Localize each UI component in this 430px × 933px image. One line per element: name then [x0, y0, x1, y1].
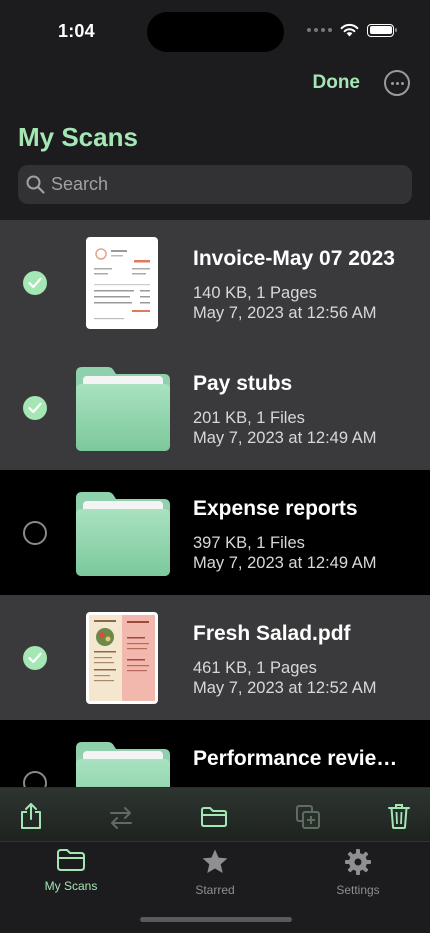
item-size: 461 KB, 1 Pages — [193, 659, 317, 677]
page-title: My Scans — [18, 122, 138, 152]
more-options-button[interactable] — [384, 70, 410, 96]
folder-icon[interactable] — [200, 806, 228, 828]
gear-icon — [345, 849, 371, 875]
trash-icon[interactable] — [388, 802, 410, 830]
item-date: May 7, 2023 at 12:49 AM — [193, 429, 377, 447]
duplicate-icon[interactable] — [295, 804, 321, 830]
list-item[interactable]: Fresh Salad.pdf 461 KB, 1 Pages May 7, 2… — [0, 595, 430, 720]
search-icon — [26, 175, 45, 194]
item-date: May 7, 2023 at 12:56 AM — [193, 304, 377, 322]
search-bar[interactable] — [18, 165, 412, 204]
scan-list: Invoice-May 07 2023 140 KB, 1 Pages May … — [0, 220, 430, 845]
tab-settings[interactable]: Settings — [303, 848, 413, 897]
transfer-icon[interactable] — [109, 806, 133, 830]
invoice-document-thumbnail — [86, 237, 158, 329]
folder-icon — [57, 849, 85, 871]
status-bar: 1:04 — [0, 0, 430, 60]
status-icons — [307, 23, 397, 37]
item-name: Pay stubs — [193, 372, 293, 395]
item-name: Invoice-May 07 2023 — [193, 247, 395, 270]
item-size: 201 KB, 1 Files — [193, 409, 305, 427]
header: Done My Scans — [0, 60, 430, 220]
list-item[interactable]: Invoice-May 07 2023 140 KB, 1 Pages May … — [0, 220, 430, 345]
item-size: 140 KB, 1 Pages — [193, 284, 317, 302]
tab-label: Starred — [195, 883, 235, 897]
item-name: Performance reviews — [193, 747, 398, 770]
item-meta: 201 KB, 1 Files May 7, 2023 at 12:49 AM — [193, 408, 376, 448]
item-size: 397 KB, 1 Files — [193, 534, 305, 552]
item-date: May 7, 2023 at 12:49 AM — [193, 554, 377, 572]
item-meta: 140 KB, 1 Pages May 7, 2023 at 12:56 AM — [193, 283, 376, 323]
list-item[interactable]: Pay stubs 201 KB, 1 Files May 7, 2023 at… — [0, 345, 430, 470]
tab-starred[interactable]: Starred — [160, 848, 270, 897]
share-icon[interactable] — [19, 802, 43, 830]
home-indicator — [140, 917, 292, 922]
done-button[interactable]: Done — [313, 72, 361, 94]
checkmark-unselected-icon[interactable] — [23, 521, 47, 545]
search-input[interactable] — [51, 165, 391, 204]
status-time: 1:04 — [58, 21, 95, 41]
tab-label: My Scans — [44, 879, 98, 893]
folder-thumbnail — [76, 492, 170, 576]
list-item[interactable]: Expense reports 397 KB, 1 Files May 7, 2… — [0, 470, 430, 595]
item-name: Expense reports — [193, 497, 358, 520]
item-meta: 397 KB, 1 Files May 7, 2023 at 12:49 AM — [193, 533, 376, 573]
checkmark-selected-icon[interactable] — [23, 271, 47, 295]
item-meta: 461 KB, 1 Pages May 7, 2023 at 12:52 AM — [193, 658, 376, 698]
battery-icon — [367, 23, 397, 37]
tab-label: Settings — [336, 883, 380, 897]
cellular-icon — [307, 28, 332, 32]
folder-thumbnail — [76, 367, 170, 451]
checkmark-selected-icon[interactable] — [23, 396, 47, 420]
menu-document-thumbnail — [86, 612, 158, 704]
checkmark-selected-icon[interactable] — [23, 646, 47, 670]
wifi-icon — [340, 23, 359, 37]
item-name: Fresh Salad.pdf — [193, 622, 351, 645]
action-toolbar — [0, 787, 430, 842]
dynamic-island — [147, 12, 284, 52]
star-icon — [202, 849, 228, 873]
tab-my-scans[interactable]: My Scans — [16, 848, 126, 893]
item-date: May 7, 2023 at 12:52 AM — [193, 679, 377, 697]
